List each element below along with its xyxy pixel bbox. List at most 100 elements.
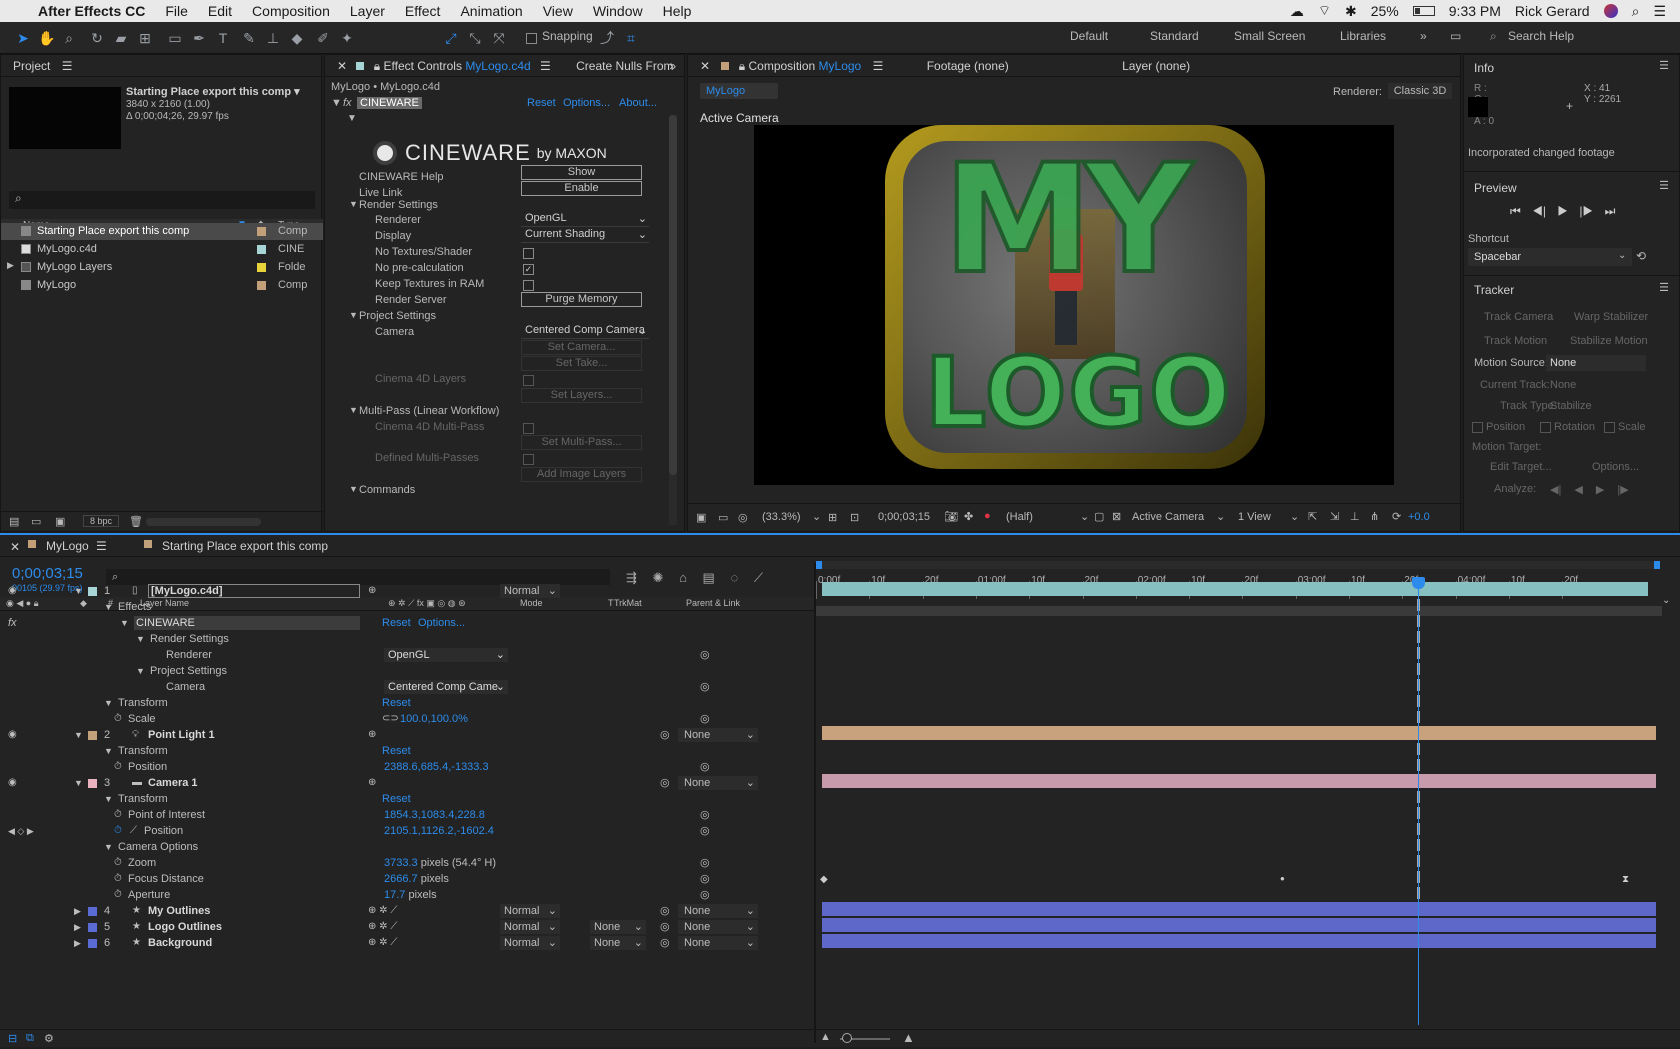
property-row[interactable]: ▼ Transform Reset [0, 791, 756, 807]
track-camera-button[interactable]: Track Camera [1484, 311, 1553, 323]
layer-label-swatch[interactable] [88, 731, 97, 740]
stopwatch-icon[interactable]: ⏱ [114, 759, 122, 775]
workspace-small-screen[interactable]: Small Screen [1234, 29, 1305, 43]
layer-row[interactable]: ◉ ▼ 1 ▯ [MyLogo.c4d] ⊕ Normal ⌄ [0, 583, 756, 599]
rectangle-tool-icon[interactable]: ▭ [164, 27, 186, 49]
add-image-layers-button[interactable]: Add Image Layers [521, 467, 642, 482]
layer-row[interactable]: ▶ 6 ★ Background ⊕ ✲ ⟋ Normal ⌄ None ⌄ ◎ None ⌄ [0, 935, 758, 951]
property-row[interactable]: ⏱ Zoom 3733.3 pixels (54.4° H) ◎ [0, 855, 756, 871]
project-item[interactable]: Starting Place export this comp Comp [1, 223, 323, 240]
roto-brush-tool-icon[interactable]: ✐ [312, 27, 334, 49]
warp-stabilizer-button[interactable]: Warp Stabilizer [1574, 311, 1648, 323]
enable-live-link-button[interactable]: Enable [521, 181, 642, 196]
expression-pick-whip-icon[interactable]: ◎ [700, 647, 710, 663]
expression-pick-whip-icon[interactable]: ◎ [700, 711, 710, 727]
stopwatch-icon[interactable]: ⏱ [114, 871, 122, 887]
camera-tool-icon[interactable]: ▰ [110, 27, 132, 49]
property-twirl-icon[interactable]: ▼ [136, 631, 145, 647]
blend-mode-dropdown[interactable]: Normal ⌄ [500, 920, 560, 934]
create-nulls-tab[interactable]: Create Nulls From [576, 59, 673, 73]
comp-time-navigator[interactable] [816, 606, 1662, 616]
layer-name[interactable]: [MyLogo.c4d] [148, 584, 360, 598]
reset-shortcut-icon[interactable]: ⟲ [1636, 249, 1646, 263]
layer-name[interactable]: Camera 1 [148, 775, 198, 791]
menu-edit[interactable]: Edit [208, 3, 232, 19]
exposure-value[interactable]: +0.0 [1408, 511, 1430, 523]
folder-expand-icon[interactable]: ▶ [7, 260, 14, 271]
channel-rgb-icon[interactable]: ● [984, 510, 991, 522]
timeline-timecode[interactable]: 0;00;03;15 [12, 565, 83, 582]
tracker-options-button[interactable]: Options... [1592, 461, 1639, 473]
cineware-effect-name[interactable]: CINEWARE [357, 97, 422, 109]
property-row[interactable]: ▼ Transform Reset [0, 743, 756, 759]
pen-tool-icon[interactable]: ✒ [188, 27, 210, 49]
lock-icon[interactable]: 🔒︎ [374, 59, 380, 73]
no-precalc-checkbox[interactable]: ✓ [523, 264, 534, 275]
effect-name[interactable]: CINEWARE [134, 616, 360, 630]
property-dropdown[interactable]: Centered Comp Came ⌄ [384, 680, 508, 694]
view-layout-dropdown[interactable]: 1 View [1238, 511, 1271, 523]
type-tool-icon[interactable]: T [212, 27, 234, 49]
shortcut-chevron-icon[interactable]: ⌄ [1618, 250, 1626, 261]
battery-icon[interactable] [1412, 6, 1435, 16]
eraser-tool-icon[interactable]: ◆ [286, 27, 308, 49]
layer-duration-bar[interactable] [822, 774, 1656, 788]
spotlight-search-icon[interactable]: ⌕ [1632, 3, 1640, 20]
flowchart-icon[interactable]: ⋔ [1370, 510, 1379, 523]
label-color-swatch[interactable] [257, 227, 266, 236]
set-camera-button[interactable]: Set Camera... [521, 340, 642, 355]
expression-pick-whip-icon[interactable]: ◎ [700, 823, 710, 839]
transparency-grid-icon[interactable]: ⊠ [1112, 510, 1121, 523]
expression-pick-whip-icon[interactable]: ◎ [700, 679, 710, 695]
property-twirl-icon[interactable]: ▼ [104, 839, 113, 855]
fx-about-link[interactable]: About... [619, 97, 657, 109]
property-row[interactable]: ⏱ Point of Interest 1854.3,1083.4,228.8 ◎ [0, 807, 756, 823]
property-twirl-icon[interactable]: ▼ [120, 615, 129, 631]
layer-duration-bar[interactable] [822, 934, 1656, 948]
blend-mode-dropdown[interactable]: Normal ⌄ [500, 904, 560, 918]
property-row[interactable]: ⏱ Position 2388.6,685.4,-1333.3 ◎ [0, 759, 756, 775]
hand-tool-icon[interactable]: ✋ [36, 27, 58, 49]
close-timeline-icon[interactable]: ✕ [10, 540, 20, 554]
composition-tab[interactable]: Composition MyLogo [748, 59, 861, 73]
comp-end-marker-icon[interactable]: ⌄ [1662, 595, 1670, 606]
zoom-tool-icon[interactable]: ⌕ [58, 27, 80, 49]
stopwatch-icon[interactable]: ⏱ [114, 807, 122, 823]
toggle-pixel-aspect-icon[interactable]: ⇱ [1308, 510, 1317, 523]
property-row[interactable]: ▼ Project Settings [0, 663, 756, 679]
menu-effect[interactable]: Effect [405, 3, 441, 19]
property-value[interactable]: 17.7 pixels [384, 887, 437, 903]
footage-tab[interactable]: Footage (none) [927, 59, 1009, 73]
timeline-tab-starting-place[interactable]: Starting Place export this comp [162, 539, 328, 553]
property-reset-link[interactable]: Reset [382, 791, 411, 807]
property-row[interactable]: ▼ fx CINEWARE Reset Options... [0, 615, 756, 631]
show-snapshot-icon[interactable]: ✤ [964, 510, 973, 523]
vr-icon[interactable]: ◎ [738, 511, 748, 524]
display-dropdown[interactable]: Current Shading ⌄ [521, 228, 649, 243]
layer-twirl-icon[interactable]: ▼ [74, 775, 83, 791]
stopwatch-icon[interactable]: ⏱ [114, 823, 122, 839]
property-row[interactable]: ⏱ Aperture 17.7 pixels ◎ [0, 887, 756, 903]
parent-dropdown[interactable]: None ⌄ [678, 776, 758, 790]
property-value[interactable]: 2388.6,685.4,-1333.3 [384, 759, 489, 775]
property-dropdown[interactable]: OpenGL ⌄ [384, 648, 508, 662]
comp-viewer[interactable]: MY LOGO [754, 125, 1394, 485]
parent-dropdown[interactable]: None ⌄ [678, 936, 758, 950]
effect-reset-link[interactable]: Reset [382, 615, 411, 631]
stopwatch-icon[interactable]: ⏱ [114, 855, 122, 871]
preview-menu-icon[interactable]: ☰ [1659, 179, 1669, 192]
layer-switches-toggle-icon[interactable]: ⊟ [8, 1032, 17, 1045]
new-folder-icon[interactable]: ▭ [31, 515, 41, 528]
zoom-in-icon[interactable]: ▲ [902, 1030, 915, 1045]
expression-pick-whip-icon[interactable]: ◎ [700, 855, 710, 871]
parent-dropdown[interactable]: None ⌄ [678, 920, 758, 934]
layer-switches[interactable]: ⊕ [368, 583, 376, 599]
timeline-icon[interactable]: ⊥ [1350, 510, 1360, 523]
property-twirl-icon[interactable]: ▼ [136, 663, 145, 679]
clock-time[interactable]: 9:33 PM [1449, 3, 1501, 19]
property-twirl-icon[interactable]: ▼ [104, 695, 113, 711]
label-color-swatch[interactable] [257, 281, 266, 290]
property-row[interactable]: Renderer OpenGL ⌄ ◎ [0, 647, 756, 663]
user-name[interactable]: Rick Gerard [1515, 3, 1590, 19]
keyframe-mid-icon[interactable]: ● [1280, 874, 1285, 883]
